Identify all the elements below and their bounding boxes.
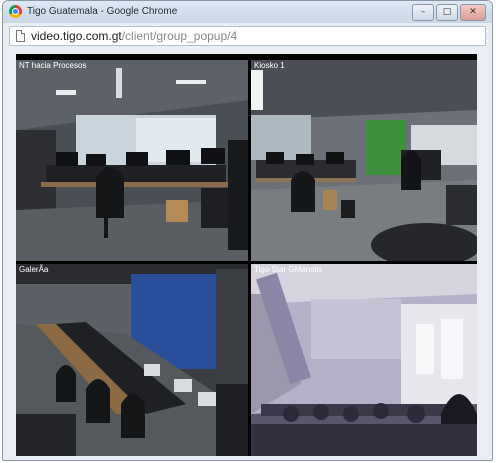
window-controls: – □ ✕: [412, 4, 486, 21]
camera-grid: NT hacia Procesos Kiosko 1 GalerÃa Tigo …: [16, 54, 477, 456]
camera-feed-1[interactable]: NT hacia Procesos: [16, 60, 248, 261]
close-icon[interactable]: ✕: [460, 4, 486, 21]
address-bar[interactable]: video.tigo.com.gt/client/group_popup/4: [9, 26, 486, 46]
camera-feed-2[interactable]: Kiosko 1: [251, 60, 477, 261]
minimize-icon[interactable]: –: [412, 4, 434, 21]
camera-label: Kiosko 1: [254, 61, 285, 70]
url-host: video.tigo.com.gt: [31, 29, 122, 43]
maximize-icon[interactable]: □: [436, 4, 458, 21]
window-title: Tigo Guatemala - Google Chrome: [27, 6, 178, 17]
camera-label: Tigo Star GManolis: [254, 265, 323, 274]
camera-feed-3[interactable]: GalerÃa: [16, 264, 248, 456]
chrome-logo-icon: [9, 5, 22, 18]
url-text[interactable]: video.tigo.com.gt/client/group_popup/4: [31, 29, 237, 43]
camera-label: NT hacia Procesos: [19, 61, 87, 70]
camera-image: [16, 60, 248, 261]
camera-feed-4[interactable]: Tigo Star GManolis: [251, 264, 477, 456]
page-icon: [16, 30, 25, 42]
camera-label: GalerÃa: [19, 265, 49, 274]
camera-image: [251, 60, 477, 261]
camera-image: [251, 264, 477, 456]
url-path: /client/group_popup/4: [121, 29, 238, 43]
title-bar[interactable]: Tigo Guatemala - Google Chrome – □ ✕: [3, 1, 492, 23]
camera-image: [16, 264, 248, 456]
